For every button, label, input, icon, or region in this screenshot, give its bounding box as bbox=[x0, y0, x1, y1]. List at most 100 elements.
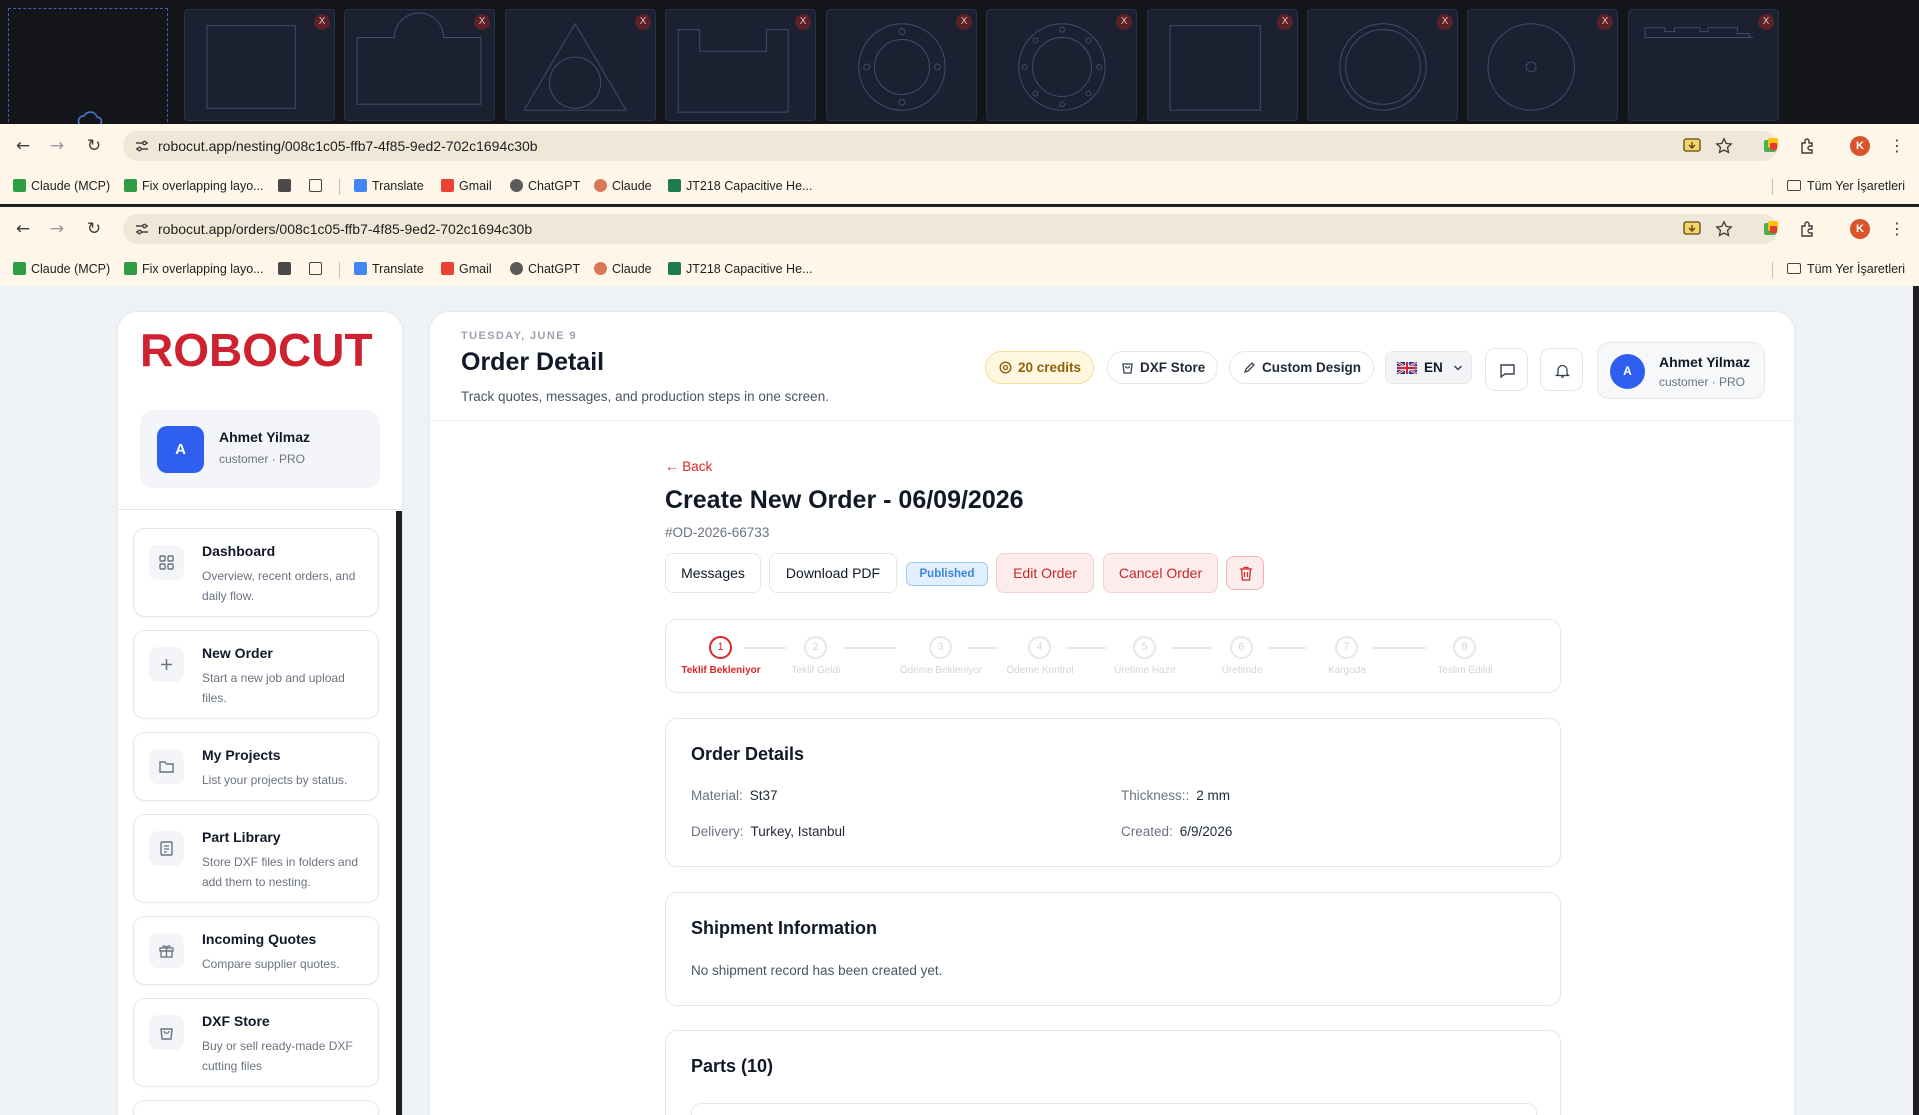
part-thumbnail[interactable]: X bbox=[665, 9, 816, 121]
part-shape-preview bbox=[1169, 25, 1261, 111]
browser-profile-avatar[interactable]: K bbox=[1850, 136, 1870, 156]
step-number: 4 bbox=[1028, 636, 1051, 659]
custom-design-button[interactable]: Custom Design bbox=[1229, 351, 1375, 384]
bookmark-jt218[interactable]: JT218 Capacitive He... bbox=[668, 177, 812, 195]
page-scrollbar[interactable] bbox=[1913, 286, 1919, 1115]
header-user-menu[interactable]: A Ahmet Yilmaz customer · PRO bbox=[1597, 342, 1765, 399]
address-bar[interactable]: robocut.app/nesting/008c1c05-ffb7-4f85-9… bbox=[123, 131, 1778, 161]
download-pdf-button[interactable]: Download PDF bbox=[769, 553, 897, 593]
remove-part-button[interactable]: X bbox=[1437, 14, 1453, 30]
part-thumbnail[interactable]: X bbox=[1467, 9, 1618, 121]
part-thumbnail[interactable]: X bbox=[505, 9, 656, 121]
robocut-logo[interactable]: ROBOCUT bbox=[140, 326, 373, 374]
bookmark-dark-square[interactable] bbox=[278, 177, 296, 195]
sidebar-item-dashboard[interactable]: Dashboard Overview, recent orders, and d… bbox=[133, 528, 379, 617]
remove-part-button[interactable]: X bbox=[635, 14, 651, 30]
remove-part-button[interactable]: X bbox=[474, 14, 490, 30]
part-thumbnail[interactable]: X bbox=[1628, 9, 1779, 121]
dxf-drop-zone[interactable] bbox=[8, 8, 168, 132]
messages-button[interactable]: Messages bbox=[665, 553, 761, 593]
back-arrow-icon[interactable]: ← bbox=[13, 219, 33, 239]
extensions-puzzle-icon[interactable] bbox=[1798, 136, 1818, 156]
part-thumbnail[interactable]: X bbox=[986, 9, 1137, 121]
bookmark-dark-square[interactable] bbox=[278, 260, 296, 278]
part-thumbnail[interactable]: X bbox=[826, 9, 977, 121]
bookmark-claude-mcp[interactable]: Claude (MCP) bbox=[13, 177, 110, 195]
step-number: 7 bbox=[1335, 636, 1358, 659]
language-select[interactable]: EN bbox=[1385, 351, 1472, 384]
credits-badge[interactable]: 20 credits bbox=[985, 351, 1095, 384]
forward-arrow-icon[interactable]: → bbox=[47, 136, 67, 156]
browser-profile-avatar[interactable]: K bbox=[1850, 219, 1870, 239]
chat-icon bbox=[1500, 364, 1515, 379]
sidebar-item-incoming-quotes[interactable]: Incoming Quotes Compare supplier quotes. bbox=[133, 916, 379, 985]
bookmark-fix-overlapping[interactable]: Fix overlapping layo... bbox=[124, 260, 264, 278]
bookmark-claude[interactable]: Claude bbox=[594, 260, 652, 278]
remove-part-button[interactable]: X bbox=[956, 14, 972, 30]
site-settings-icon[interactable] bbox=[134, 221, 150, 237]
part-thumbnail[interactable]: X bbox=[1307, 9, 1458, 121]
url-text[interactable]: robocut.app/nesting/008c1c05-ffb7-4f85-9… bbox=[158, 131, 538, 161]
user-name: Ahmet Yilmaz bbox=[219, 429, 311, 445]
bookmark-gmail[interactable]: Gmail bbox=[441, 177, 492, 195]
address-bar[interactable]: robocut.app/orders/008c1c05-ffb7-4f85-9e… bbox=[123, 214, 1778, 244]
star-icon[interactable] bbox=[1715, 220, 1733, 238]
sidebar-item-part-library[interactable]: Part Library Store DXF files in folders … bbox=[133, 814, 379, 903]
part-shape-preview bbox=[1487, 23, 1575, 111]
install-app-icon[interactable] bbox=[1683, 220, 1701, 238]
install-app-icon[interactable] bbox=[1683, 137, 1701, 155]
extension-colored-icon[interactable] bbox=[1761, 219, 1781, 239]
back-link[interactable]: ← Back bbox=[665, 459, 712, 474]
part-thumbnail[interactable]: X bbox=[184, 9, 335, 121]
forward-arrow-icon[interactable]: → bbox=[47, 219, 67, 239]
remove-part-button[interactable]: X bbox=[314, 14, 330, 30]
sidebar-item-my-projects[interactable]: My Projects List your projects by status… bbox=[133, 732, 379, 801]
bookmark-chatgpt[interactable]: ChatGPT bbox=[510, 177, 580, 195]
sidebar-scrollbar[interactable] bbox=[396, 511, 402, 1115]
bookmark-claude[interactable]: Claude bbox=[594, 177, 652, 195]
bookmark-translate[interactable]: Translate bbox=[354, 177, 424, 195]
back-arrow-icon[interactable]: ← bbox=[13, 136, 33, 156]
remove-part-button[interactable]: X bbox=[1597, 14, 1613, 30]
bookmark-apps-grid[interactable] bbox=[309, 260, 327, 278]
all-bookmarks-folder[interactable]: Tüm Yer İşaretleri bbox=[1787, 260, 1905, 278]
order-status-stepper: 1 Teklif Bekleniyor 2 Teklif Geldi 3 Ödeme Be… bbox=[665, 619, 1561, 693]
remove-part-button[interactable]: X bbox=[1277, 14, 1293, 30]
part-thumbnail[interactable]: X bbox=[344, 9, 495, 121]
uk-flag-icon bbox=[1397, 362, 1417, 374]
delete-order-button[interactable] bbox=[1226, 556, 1264, 590]
sidebar-item-more[interactable] bbox=[133, 1100, 379, 1115]
browser-menu-icon[interactable]: ⋮ bbox=[1887, 136, 1907, 156]
site-settings-icon[interactable] bbox=[134, 138, 150, 154]
step-label: Ödeme Kontrol bbox=[1006, 665, 1074, 676]
parts-list-row[interactable] bbox=[691, 1103, 1537, 1115]
reload-icon[interactable]: ↻ bbox=[84, 136, 104, 156]
remove-part-button[interactable]: X bbox=[795, 14, 811, 30]
star-icon[interactable] bbox=[1715, 137, 1733, 155]
bookmark-chatgpt[interactable]: ChatGPT bbox=[510, 260, 580, 278]
extensions-puzzle-icon[interactable] bbox=[1798, 219, 1818, 239]
edit-order-button[interactable]: Edit Order bbox=[996, 553, 1094, 593]
all-bookmarks-folder[interactable]: Tüm Yer İşaretleri bbox=[1787, 177, 1905, 195]
notifications-button[interactable] bbox=[1540, 348, 1583, 391]
url-text[interactable]: robocut.app/orders/008c1c05-ffb7-4f85-9e… bbox=[158, 214, 532, 244]
sidebar-user-card[interactable]: A Ahmet Yilmaz customer · PRO bbox=[140, 410, 380, 488]
remove-part-button[interactable]: X bbox=[1116, 14, 1132, 30]
extension-colored-icon[interactable] bbox=[1761, 136, 1781, 156]
bookmark-claude-mcp[interactable]: Claude (MCP) bbox=[13, 260, 110, 278]
part-shape-preview bbox=[206, 25, 296, 109]
remove-part-button[interactable]: X bbox=[1758, 14, 1774, 30]
messages-icon-button[interactable] bbox=[1485, 348, 1528, 391]
sidebar-item-dxf-store[interactable]: DXF Store Buy or sell ready-made DXF cut… bbox=[133, 998, 379, 1087]
dxf-store-button[interactable]: DXF Store bbox=[1107, 351, 1219, 384]
cancel-order-button[interactable]: Cancel Order bbox=[1103, 553, 1218, 593]
bookmark-translate[interactable]: Translate bbox=[354, 260, 424, 278]
bookmark-apps-grid[interactable] bbox=[309, 177, 327, 195]
part-thumbnail[interactable]: X bbox=[1147, 9, 1298, 121]
browser-menu-icon[interactable]: ⋮ bbox=[1887, 219, 1907, 239]
bookmark-jt218[interactable]: JT218 Capacitive He... bbox=[668, 260, 812, 278]
reload-icon[interactable]: ↻ bbox=[84, 219, 104, 239]
bookmark-fix-overlapping[interactable]: Fix overlapping layo... bbox=[124, 177, 264, 195]
sidebar-item-new-order[interactable]: New Order Start a new job and upload fil… bbox=[133, 630, 379, 719]
bookmark-gmail[interactable]: Gmail bbox=[441, 260, 492, 278]
